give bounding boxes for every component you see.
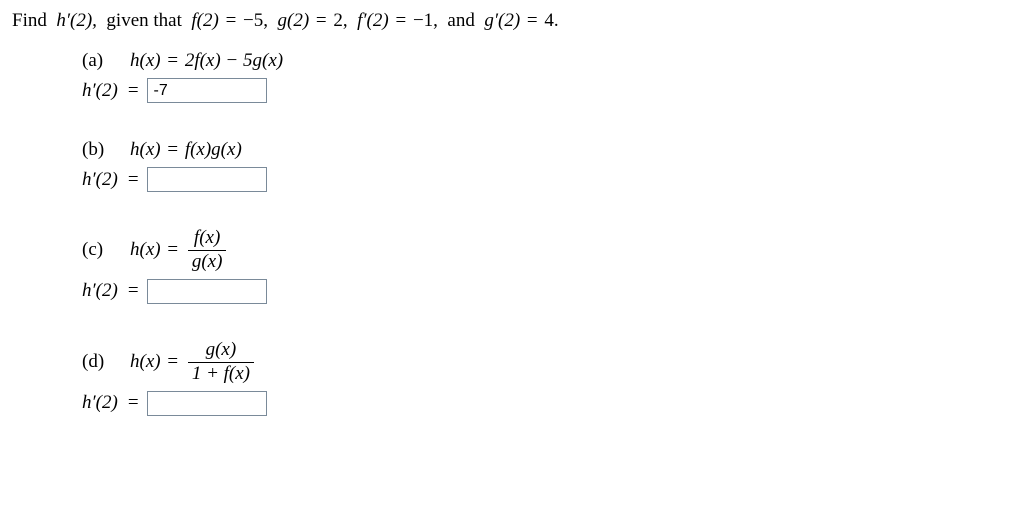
part-b-lhs: h(x) xyxy=(130,139,161,160)
part-a-header: (a) h(x) = 2f(x) − 5g(x) xyxy=(82,50,1012,72)
part-c-answer-row: h′(2) = xyxy=(82,279,1012,304)
fp2-lhs: f′(2) xyxy=(357,10,389,31)
eq-sign: = xyxy=(128,80,139,102)
part-b-rhs: f(x)g(x) xyxy=(185,139,242,160)
g2-val: 2, xyxy=(333,10,347,31)
eq-sign: = xyxy=(167,351,178,372)
part-b: (b) h(x) = f(x)g(x) h′(2) = xyxy=(82,139,1012,192)
part-d-fraction: g(x) 1 + f(x) xyxy=(188,340,254,385)
prompt-given-lead: given that xyxy=(106,10,181,31)
part-a-answer-lhs: h′(2) xyxy=(82,80,120,102)
part-d-header: (d) h(x) = g(x) 1 + f(x) xyxy=(82,340,1012,385)
prompt-lead: Find xyxy=(12,10,47,31)
part-d: (d) h(x) = g(x) 1 + f(x) h′(2) = xyxy=(82,340,1012,416)
part-d-defn: h(x) = g(x) 1 + f(x) xyxy=(130,340,257,385)
part-a-answer-input[interactable] xyxy=(147,78,267,103)
part-c-defn: h(x) = f(x) g(x) xyxy=(130,228,229,273)
part-a-rhs: 2f(x) − 5g(x) xyxy=(185,50,283,71)
part-b-answer-lhs: h′(2) xyxy=(82,169,120,191)
part-b-defn: h(x) = f(x)g(x) xyxy=(130,139,242,161)
eq-sign: = xyxy=(167,50,178,71)
f2-lhs: f(2) xyxy=(191,10,218,31)
part-d-answer-lhs: h′(2) xyxy=(82,392,120,414)
prompt-target: h′(2), xyxy=(56,10,97,31)
part-b-answer-row: h′(2) = xyxy=(82,167,1012,192)
part-d-lhs: h(x) xyxy=(130,351,161,372)
part-b-answer-input[interactable] xyxy=(147,167,267,192)
gp2-lhs: g′(2) xyxy=(484,10,520,31)
part-a-lhs: h(x) xyxy=(130,50,161,71)
part-b-label: (b) xyxy=(82,139,112,161)
g2-lhs: g(2) xyxy=(278,10,310,31)
part-d-answer-input[interactable] xyxy=(147,391,267,416)
problem-prompt: Find h′(2), given that f(2) = −5, g(2) =… xyxy=(12,10,1012,32)
part-c-fraction: f(x) g(x) xyxy=(188,228,227,273)
eq-sign: = xyxy=(128,392,139,414)
part-b-header: (b) h(x) = f(x)g(x) xyxy=(82,139,1012,161)
part-d-numerator: g(x) xyxy=(188,340,254,363)
part-c-numerator: f(x) xyxy=(188,228,227,251)
gp2-val: 4. xyxy=(544,10,558,31)
eq-sign: = xyxy=(527,10,538,31)
part-c-denominator: g(x) xyxy=(188,251,227,273)
eq-sign: = xyxy=(226,10,237,31)
part-d-answer-row: h′(2) = xyxy=(82,391,1012,416)
part-c-header: (c) h(x) = f(x) g(x) xyxy=(82,228,1012,273)
f2-val: −5, xyxy=(243,10,268,31)
eq-sign: = xyxy=(128,169,139,191)
eq-sign: = xyxy=(316,10,327,31)
part-c-answer-input[interactable] xyxy=(147,279,267,304)
part-a: (a) h(x) = 2f(x) − 5g(x) h′(2) = xyxy=(82,50,1012,103)
part-c-label: (c) xyxy=(82,239,112,261)
part-a-answer-row: h′(2) = xyxy=(82,78,1012,103)
part-c-lhs: h(x) xyxy=(130,239,161,260)
eq-sign: = xyxy=(167,239,178,260)
prompt-and: and xyxy=(447,10,474,31)
part-a-defn: h(x) = 2f(x) − 5g(x) xyxy=(130,50,283,72)
eq-sign: = xyxy=(167,139,178,160)
part-d-denominator: 1 + f(x) xyxy=(188,363,254,385)
part-c: (c) h(x) = f(x) g(x) h′(2) = xyxy=(82,228,1012,304)
part-c-answer-lhs: h′(2) xyxy=(82,280,120,302)
part-d-label: (d) xyxy=(82,351,112,373)
eq-sign: = xyxy=(395,10,406,31)
fp2-val: −1, xyxy=(413,10,438,31)
eq-sign: = xyxy=(128,280,139,302)
part-a-label: (a) xyxy=(82,50,112,72)
